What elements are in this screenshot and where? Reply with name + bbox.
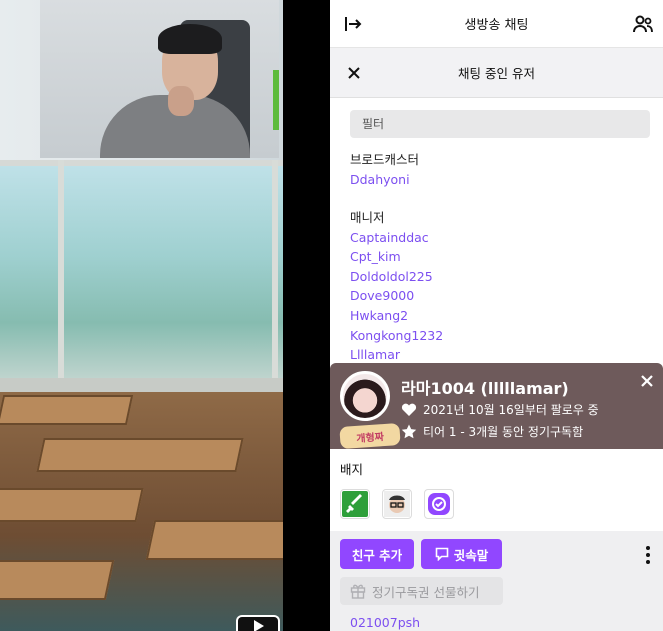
- user-item[interactable]: Captainddac: [350, 228, 650, 248]
- section-title-managers: 매니저: [350, 209, 385, 225]
- sword-badge-icon[interactable]: [340, 489, 370, 519]
- user-item[interactable]: Llllamar: [350, 345, 650, 365]
- community-users-icon[interactable]: [631, 12, 655, 36]
- whisper-button[interactable]: 귓속말: [421, 539, 502, 569]
- whisper-label: 귓속말: [453, 547, 489, 563]
- purple-check-badge-icon[interactable]: [424, 489, 454, 519]
- close-icon[interactable]: [639, 373, 657, 391]
- user-card-name[interactable]: 라마1004 (lllllamar): [401, 375, 569, 399]
- users-list-title: 채팅 중인 유저: [458, 66, 535, 81]
- webcam-overlay: [40, 0, 279, 158]
- avatar-sticker: 개형짜: [339, 422, 401, 450]
- glasses-face-badge-icon[interactable]: [382, 489, 412, 519]
- video-desk: [36, 438, 244, 472]
- webcam-person-hand: [168, 86, 194, 116]
- user-item[interactable]: Ddahyoni: [350, 170, 650, 190]
- badges-title: 배지: [340, 462, 364, 477]
- chat-header: 생방송 채팅: [330, 0, 663, 48]
- user-item[interactable]: Hwkang2: [350, 306, 650, 326]
- close-icon[interactable]: [342, 61, 366, 85]
- more-options-icon[interactable]: [645, 545, 655, 565]
- users-list-header: 채팅 중인 유저: [330, 48, 663, 98]
- video-desk: [145, 520, 283, 560]
- video-window-mullion: [58, 160, 64, 390]
- video-window: [0, 160, 283, 390]
- webcam-green-strip: [273, 70, 279, 130]
- video-player[interactable]: [0, 0, 283, 631]
- filter-input[interactable]: [350, 110, 650, 138]
- video-desk: [0, 395, 134, 425]
- subscription-text: 티어 1 - 3개월 동안 정기구독함: [423, 425, 584, 439]
- video-window-sill: [0, 378, 283, 392]
- user-item[interactable]: Dove9000: [350, 286, 650, 306]
- user-item[interactable]: Kongkong1232: [350, 326, 650, 346]
- heart-icon: [401, 403, 417, 416]
- user-item[interactable]: Doldoldol225: [350, 267, 650, 287]
- user-card-actions: 친구 추가 귓속말 정기구독권 선물하기 021007psh: [330, 531, 663, 631]
- avatar[interactable]: [340, 371, 390, 421]
- gift-subscription-label: 정기구독권 선물하기: [372, 584, 480, 600]
- video-desk: [0, 488, 144, 522]
- add-friend-button[interactable]: 친구 추가: [340, 539, 414, 569]
- badges-section: 배지: [330, 449, 663, 531]
- user-item[interactable]: Cpt_kim: [350, 247, 650, 267]
- video-desk: [0, 560, 115, 600]
- user-card-banner: 개형짜 라마1004 (lllllamar) 2021년 10월 16일부터 팔…: [330, 363, 663, 450]
- user-card: 개형짜 라마1004 (lllllamar) 2021년 10월 16일부터 팔…: [330, 363, 663, 631]
- follow-text: 2021년 10월 16일부터 팔로우 중: [423, 403, 599, 417]
- follow-info: 2021년 10월 16일부터 팔로우 중: [401, 401, 599, 418]
- add-friend-label: 친구 추가: [351, 547, 403, 563]
- play-icon[interactable]: [236, 615, 280, 631]
- section-title-broadcaster: 브로드캐스터: [350, 152, 420, 167]
- users-list: 브로드캐스터 Ddahyoni 매니저 Captainddac Cpt_kim …: [350, 150, 650, 365]
- collapse-chat-icon[interactable]: [342, 12, 366, 36]
- chat-title: 생방송 채팅: [464, 18, 529, 33]
- filter-wrapper: [350, 110, 650, 138]
- subscription-info: 티어 1 - 3개월 동안 정기구독함: [401, 423, 583, 440]
- video-window-mullion: [272, 160, 278, 390]
- webcam-person-hair: [158, 24, 222, 54]
- user-item-peek[interactable]: 021007psh: [350, 615, 420, 630]
- gift-icon: [350, 584, 366, 599]
- gift-subscription-button[interactable]: 정기구독권 선물하기: [340, 577, 503, 605]
- star-icon: [401, 424, 417, 439]
- chat-bubble-icon: [435, 547, 449, 561]
